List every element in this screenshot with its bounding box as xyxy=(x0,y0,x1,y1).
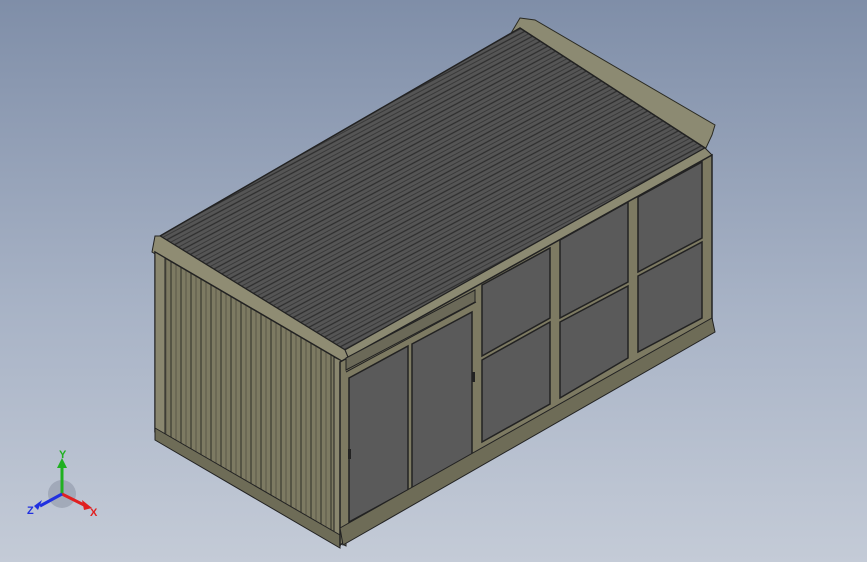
door-handle-right[interactable] xyxy=(472,372,475,382)
left-corner-post xyxy=(154,251,166,443)
container-model[interactable] xyxy=(0,0,867,562)
graphics-viewport[interactable]: Y X Z xyxy=(0,0,867,562)
door-handle-left[interactable] xyxy=(348,449,351,459)
z-axis-label: Z xyxy=(27,505,34,517)
x-axis-label: X xyxy=(90,507,98,519)
axis-triad: Y X Z xyxy=(27,449,98,519)
y-axis-label: Y xyxy=(59,449,67,461)
